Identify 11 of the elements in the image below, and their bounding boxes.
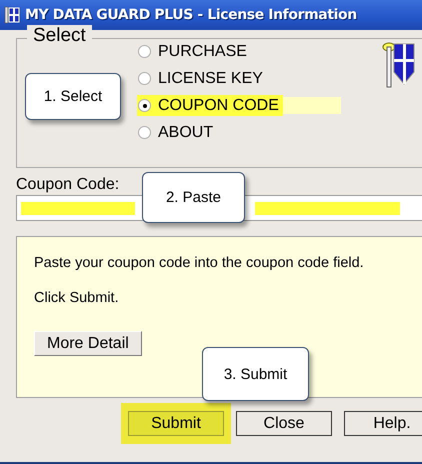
option-label: COUPON CODE [158, 96, 279, 114]
field-label: Coupon Code: [16, 176, 120, 194]
window-title: MY DATA GUARD PLUS - License Information [25, 7, 357, 23]
instruction-text: Paste your coupon code into the coupon code field. [34, 255, 364, 271]
step-tooltip: 2. Paste [142, 172, 245, 223]
option-label: PURCHASE [158, 42, 247, 60]
option-label: ABOUT [158, 124, 214, 142]
option-label: LICENSE KEY [158, 70, 263, 88]
step-tooltip: 1. Select [25, 73, 121, 120]
step-tooltip: 3. Submit [202, 347, 309, 401]
instruction-text: Click Submit. [34, 290, 119, 306]
